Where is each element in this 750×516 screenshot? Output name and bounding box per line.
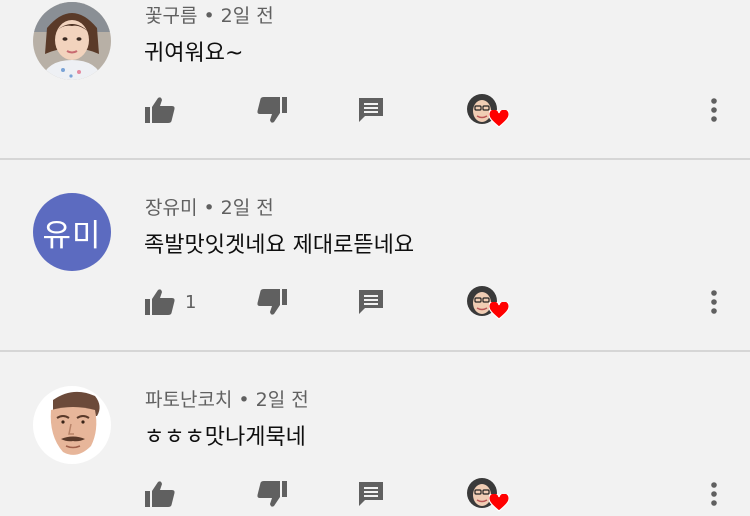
- like-button[interactable]: [144, 476, 176, 516]
- more-options-button[interactable]: [705, 476, 723, 516]
- comment-author[interactable]: 꽃구름: [145, 5, 197, 27]
- more-options-button[interactable]: [705, 284, 723, 324]
- thumbs-up-icon: [144, 96, 176, 128]
- reply-button[interactable]: [357, 284, 385, 324]
- comment-time[interactable]: 2일 전: [221, 197, 274, 219]
- creator-heart: [467, 478, 510, 516]
- comment-text: ㅎㅎㅎ맛나게묵네: [144, 425, 306, 450]
- avatar[interactable]: [33, 2, 111, 80]
- like-count: 1: [185, 292, 197, 313]
- like-button[interactable]: [144, 284, 176, 324]
- comment-author[interactable]: 장유미: [145, 197, 197, 219]
- comment-meta: 장유미 • 2일 전: [145, 193, 274, 220]
- comment-item: 파토난코치 • 2일 전 ㅎㅎㅎ맛나게묵네: [0, 352, 750, 515]
- creator-heart-icon: [488, 300, 510, 324]
- dislike-button[interactable]: [256, 284, 288, 324]
- thumbs-up-icon: [144, 480, 176, 512]
- like-button[interactable]: [144, 92, 176, 132]
- comment-actions: [0, 476, 750, 516]
- more-vert-icon: [705, 96, 723, 128]
- dislike-button[interactable]: [256, 92, 288, 132]
- thumbs-down-icon: [256, 96, 288, 128]
- creator-heart-icon: [488, 108, 510, 132]
- comment-time[interactable]: 2일 전: [221, 5, 274, 27]
- thumbs-down-icon: [256, 480, 288, 512]
- comment-time[interactable]: 2일 전: [256, 389, 309, 411]
- thumbs-up-icon: [144, 288, 176, 320]
- comment-author[interactable]: 파토난코치: [145, 389, 232, 411]
- comment-actions: 1: [0, 284, 750, 324]
- avatar[interactable]: 유미: [33, 193, 111, 271]
- more-vert-icon: [705, 288, 723, 320]
- reply-icon: [357, 288, 385, 320]
- thumbs-down-icon: [256, 288, 288, 320]
- creator-heart-icon: [488, 492, 510, 516]
- meta-separator: •: [203, 5, 215, 27]
- meta-separator: •: [203, 197, 215, 219]
- reply-icon: [357, 480, 385, 512]
- reply-icon: [357, 96, 385, 128]
- comment-item: 유미 장유미 • 2일 전 족발맛잇겟네요 제대로뜯네요 1: [0, 160, 750, 350]
- comment-text: 귀여워요~: [144, 41, 244, 66]
- more-options-button[interactable]: [705, 92, 723, 132]
- more-vert-icon: [705, 480, 723, 512]
- reply-button[interactable]: [357, 476, 385, 516]
- comment-item: 꽃구름 • 2일 전 귀여워요~: [0, 0, 750, 158]
- comment-meta: 꽃구름 • 2일 전: [145, 1, 274, 28]
- avatar[interactable]: [33, 386, 111, 464]
- comment-actions: [0, 92, 750, 132]
- comment-meta: 파토난코치 • 2일 전: [145, 385, 309, 412]
- avatar-initials: 유미: [42, 217, 102, 254]
- comment-text: 족발맛잇겟네요 제대로뜯네요: [144, 233, 415, 258]
- meta-separator: •: [238, 389, 250, 411]
- reply-button[interactable]: [357, 92, 385, 132]
- dislike-button[interactable]: [256, 476, 288, 516]
- creator-heart: [467, 94, 510, 132]
- creator-heart: [467, 286, 510, 324]
